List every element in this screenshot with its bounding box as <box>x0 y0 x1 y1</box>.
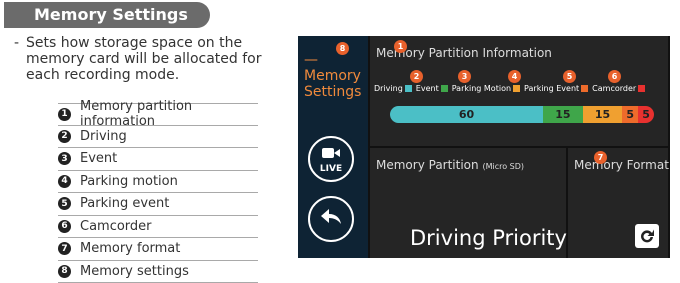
legend-label: Memory settings <box>80 264 189 279</box>
side-panel: — Memory Settings 8 LIVE <box>298 36 368 258</box>
callout-badge: 2 <box>410 70 423 83</box>
legend-label: Camcorder <box>80 219 152 234</box>
segment-parking-motion: 15 <box>583 106 623 123</box>
number-marker: 6 <box>58 220 71 233</box>
partition-sub: (Micro SD) <box>482 162 524 171</box>
number-marker: 4 <box>58 175 71 188</box>
legend-item: 7 Memory format <box>58 238 258 261</box>
legend-item: 4 Parking motion <box>58 171 258 194</box>
device-screen: — Memory Settings 8 LIVE Memory Partitio… <box>298 36 670 258</box>
legend-label: Event <box>80 151 117 166</box>
legend-item: 3 Event <box>58 148 258 171</box>
legend-item: 6 Camcorder <box>58 216 258 239</box>
callout-badge: 5 <box>563 70 576 83</box>
back-button[interactable] <box>308 196 354 242</box>
key-driving: Driving <box>374 84 412 93</box>
key-event: Event <box>416 84 448 93</box>
key-parking-motion: Parking Motion <box>452 84 520 93</box>
partition-title: Memory Partition (Micro SD) <box>376 158 524 172</box>
callout-badge: 4 <box>508 70 521 83</box>
segment-parking-event: 5 <box>622 106 638 123</box>
legend-label: Parking event <box>80 196 169 211</box>
number-marker: 2 <box>58 130 71 143</box>
segment-event: 15 <box>543 106 583 123</box>
legend-label: Memory format <box>80 241 180 256</box>
number-marker: 5 <box>58 197 71 210</box>
side-title-top: — Memory <box>304 52 368 84</box>
key-camcorder: Camcorder <box>592 84 645 93</box>
live-button[interactable]: LIVE <box>308 136 354 182</box>
page-title: Memory Settings <box>4 2 210 28</box>
legend-label: Driving <box>80 129 127 144</box>
description: - Sets how storage space on the memory c… <box>26 35 288 83</box>
callout-badge: 6 <box>608 70 621 83</box>
memory-partition-button[interactable]: Memory Partition (Micro SD) Driving Prio… <box>370 148 566 258</box>
number-marker: 3 <box>58 152 71 165</box>
number-marker: 1 <box>58 108 71 121</box>
partition-info-panel: Memory Partition Information 1 2 3 4 5 6… <box>370 36 668 146</box>
camera-icon <box>322 144 340 163</box>
description-text: Sets how storage space on the memory car… <box>26 35 261 83</box>
legend-item: 5 Parking event <box>58 193 258 216</box>
format-title: Memory Format <box>574 158 669 172</box>
bullet-dash: - <box>14 35 19 51</box>
partition-bar: 60 15 15 5 5 <box>390 106 654 123</box>
callout-badge: 1 <box>394 40 407 53</box>
legend-label: Parking motion <box>80 174 178 189</box>
callout-badge: 3 <box>458 70 471 83</box>
color-key: Driving Event Parking Motion Parking Eve… <box>374 84 649 93</box>
legend-item: 1Memory partition information <box>58 103 258 126</box>
memory-settings-button[interactable]: — Memory Settings <box>304 52 368 100</box>
callout-badge: 7 <box>594 151 607 164</box>
number-marker: 7 <box>58 242 71 255</box>
partition-value: Driving Priority <box>410 226 567 250</box>
memory-format-button[interactable]: Memory Format 7 <box>568 148 668 258</box>
side-title-bottom: Settings <box>304 84 368 100</box>
segment-driving: 60 <box>390 106 543 123</box>
legend-list: 1Memory partition information 2 Driving 3… <box>58 103 258 283</box>
key-parking-event: Parking Event <box>524 84 588 93</box>
live-label: LIVE <box>320 164 342 174</box>
refresh-icon <box>635 224 659 248</box>
back-arrow-icon <box>320 208 342 230</box>
callout-badge: 8 <box>336 42 349 55</box>
legend-item: 8Memory settings <box>58 261 258 283</box>
segment-camcorder: 5 <box>638 106 654 123</box>
legend-label: Memory partition information <box>80 99 258 129</box>
